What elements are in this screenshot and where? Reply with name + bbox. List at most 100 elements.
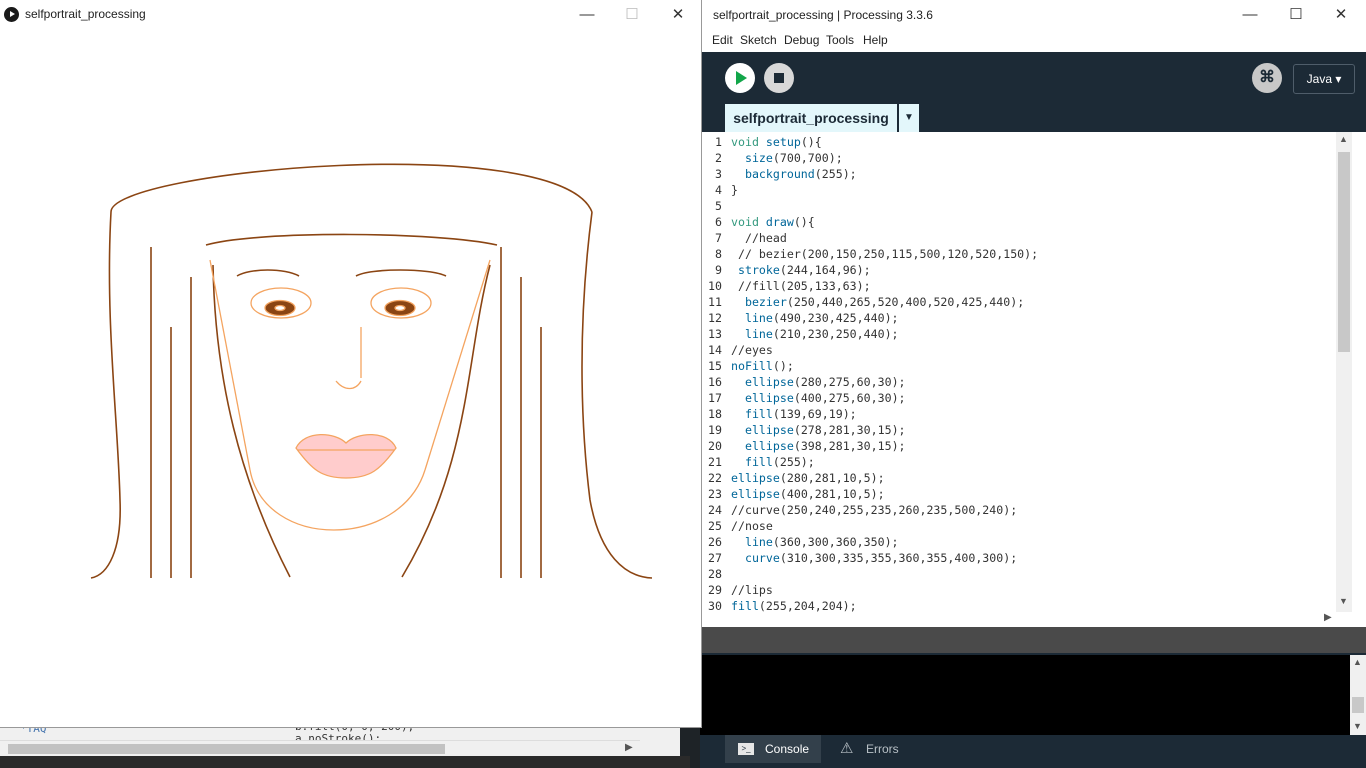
console-tab-label: Console — [765, 742, 810, 756]
line-number: 19 — [708, 423, 722, 437]
code-text: // bezier(200,150,250,115,500,120,520,15… — [731, 247, 1039, 261]
sketch-window: selfportrait_processing — ☐ ✕ — [0, 0, 702, 728]
debugger-icon[interactable]: ⌘ — [1252, 63, 1282, 93]
chevron-down-icon[interactable]: ▼ — [1339, 596, 1348, 606]
line-number: 1 — [715, 135, 722, 149]
line-number: 21 — [708, 455, 722, 469]
maximize-button[interactable]: ☐ — [621, 4, 643, 26]
code-text: background(255); — [744, 167, 857, 181]
code-text: fill(139,69,19); — [744, 407, 857, 421]
scrollbar-thumb[interactable] — [8, 744, 445, 754]
line-number: 23 — [708, 487, 722, 501]
menu-tools[interactable]: Tools — [826, 33, 854, 47]
code-text: //fill(205,133,63); — [731, 279, 871, 293]
line-number: 30 — [708, 599, 722, 612]
line-number: 28 — [708, 567, 722, 581]
vertical-scrollbar[interactable]: ▲ ▼ — [1336, 132, 1352, 612]
code-text: noFill(); — [731, 359, 794, 373]
left-eyebrow — [236, 269, 300, 277]
console-tab[interactable]: >_ Console — [725, 735, 821, 763]
chevron-right-icon[interactable]: ▶ — [625, 742, 633, 753]
code-line: 16 ellipse(280,275,60,30); — [700, 374, 1340, 390]
code-text: ellipse(278,281,30,15); — [744, 423, 906, 437]
footer-tabs: >_ Console ⚠ Errors — [700, 735, 1366, 768]
line-number: 27 — [708, 551, 722, 565]
close-button[interactable]: ✕ — [1331, 5, 1351, 25]
code-line: 27 curve(310,300,335,355,360,355,400,300… — [700, 550, 1340, 566]
mode-selector[interactable]: Java ▾ — [1293, 64, 1355, 94]
code-text: curve(310,300,335,355,360,355,400,300); — [744, 551, 1018, 565]
maximize-button[interactable]: ☐ — [1286, 5, 1306, 25]
code-line: 3 background(255); — [700, 166, 1340, 182]
code-line: 10 //fill(205,133,63); — [700, 278, 1340, 294]
code-line: 19 ellipse(278,281,30,15); — [700, 422, 1340, 438]
console-output[interactable] — [700, 655, 1366, 735]
stop-button[interactable] — [764, 63, 794, 93]
code-line: 24 //curve(250,240,255,235,260,235,500,24… — [700, 502, 1340, 518]
code-text: line(210,230,250,440); — [744, 327, 899, 341]
code-line: 30 fill(255,204,204); — [700, 598, 1340, 612]
menu-debug[interactable]: Debug — [784, 33, 819, 47]
code-line: 18 fill(139,69,19); — [700, 406, 1340, 422]
code-line: 22 ellipse(280,281,10,5); — [700, 470, 1340, 486]
sketch-titlebar: selfportrait_processing — ☐ ✕ — [0, 0, 701, 30]
chevron-up-icon[interactable]: ▲ — [1339, 134, 1348, 144]
code-text: line(490,230,425,440); — [744, 311, 899, 325]
code-line: 1 void setup(){ — [700, 134, 1340, 150]
background-photo — [0, 756, 690, 768]
minimize-button[interactable]: — — [1240, 5, 1260, 25]
line-number: 24 — [708, 503, 722, 517]
menu-edit[interactable]: Edit — [712, 33, 733, 47]
fringe — [205, 233, 498, 246]
line-number: 14 — [708, 343, 722, 357]
tab-menu-button[interactable]: ▼ — [899, 104, 919, 132]
code-text: //curve(250,240,255,235,260,235,500,240)… — [731, 503, 1018, 517]
minimize-button[interactable]: — — [576, 4, 598, 26]
close-button[interactable]: ✕ — [667, 4, 689, 26]
scrollbar-thumb[interactable] — [1352, 697, 1364, 713]
line-number: 2 — [715, 151, 722, 165]
hair-right-outer — [581, 211, 653, 579]
console-scrollbar[interactable]: ▲ ▼ — [1350, 655, 1366, 735]
background-horizontal-scrollbar[interactable]: ▶ — [0, 740, 640, 757]
code-text: ellipse(280,275,60,30); — [744, 375, 906, 389]
errors-tab[interactable]: ⚠ Errors — [830, 735, 910, 763]
code-text: ellipse(400,281,10,5); — [731, 487, 885, 501]
line-number: 15 — [708, 359, 722, 373]
chevron-down-icon[interactable]: ▼ — [1353, 721, 1362, 731]
code-editor[interactable]: 1 void setup(){2 size(700,700); 3 backgrou… — [700, 132, 1366, 612]
code-line: 17 ellipse(400,275,60,30); — [700, 390, 1340, 406]
code-line: 15 noFill(); — [700, 358, 1340, 374]
console-icon: >_ — [738, 743, 754, 755]
tab-selfportrait-processing[interactable]: selfportrait_processing — [725, 104, 897, 132]
code-line: 12 line(490,230,425,440); — [700, 310, 1340, 326]
line-number: 16 — [708, 375, 722, 389]
face-left-line — [209, 259, 251, 471]
line-number: 6 — [715, 215, 722, 229]
chevron-up-icon[interactable]: ▲ — [1353, 657, 1362, 667]
code-line: 13 line(210,230,250,440); — [700, 326, 1340, 342]
menu-help[interactable]: Help — [863, 33, 888, 47]
console-divider[interactable] — [700, 627, 1366, 653]
line-number: 26 — [708, 535, 722, 549]
code-text: ellipse(398,281,30,15); — [744, 439, 906, 453]
menu-sketch[interactable]: Sketch — [740, 33, 777, 47]
chin-curve — [249, 469, 426, 531]
processing-app-icon — [4, 7, 19, 22]
code-line: 5 — [700, 198, 1340, 214]
code-line: 21 fill(255); — [700, 454, 1340, 470]
errors-tab-label: Errors — [866, 742, 899, 756]
line-number: 5 — [715, 199, 722, 213]
code-text: ellipse(400,275,60,30); — [744, 391, 906, 405]
run-button[interactable] — [725, 63, 755, 93]
code-line: 26 line(360,300,360,350); — [700, 534, 1340, 550]
scrollbar-thumb[interactable] — [1338, 152, 1350, 352]
code-line: 23 ellipse(400,281,10,5); — [700, 486, 1340, 502]
warning-icon: ⚠ — [840, 740, 854, 757]
line-number: 9 — [715, 263, 722, 277]
chevron-right-icon[interactable]: ▶ — [1324, 612, 1332, 623]
code-text: void setup(){ — [731, 135, 822, 149]
sketch-canvas[interactable] — [0, 30, 700, 726]
line-number: 7 — [715, 231, 722, 245]
horizontal-scrollbar[interactable]: ▶ — [700, 612, 1366, 627]
